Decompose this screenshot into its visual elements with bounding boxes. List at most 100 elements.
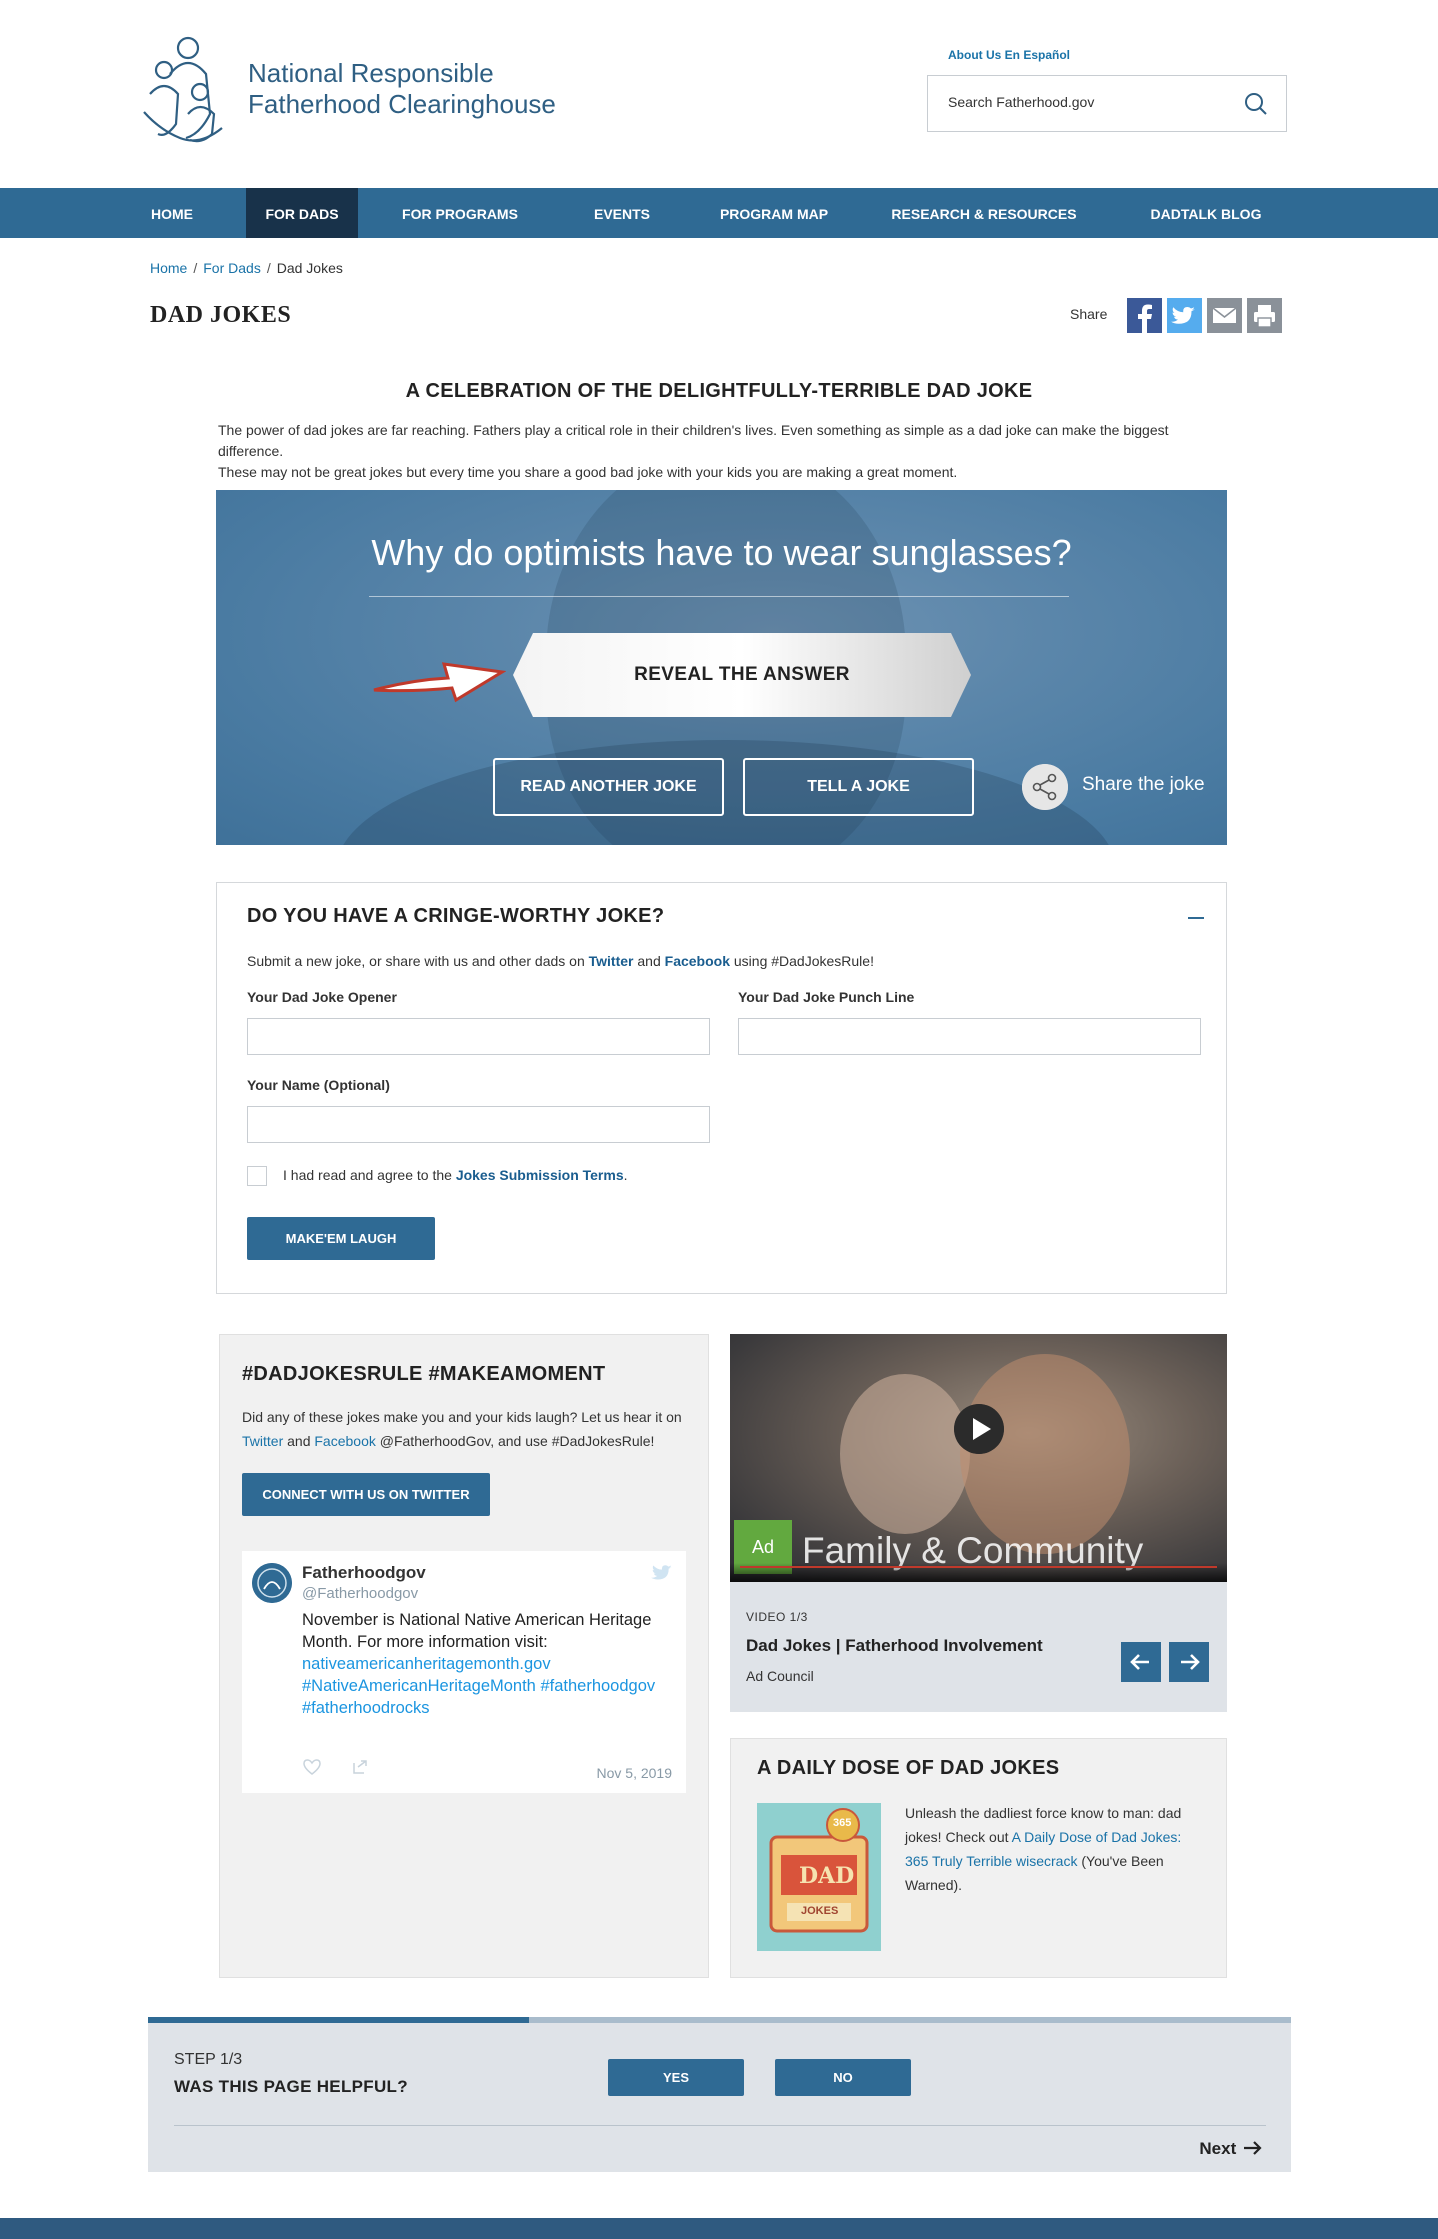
tweet-author-name[interactable]: Fatherhoodgov: [302, 1563, 426, 1583]
nav-home[interactable]: HOME: [130, 188, 214, 238]
book-title: DAD: [799, 1863, 855, 1889]
terms-checkbox[interactable]: [247, 1166, 267, 1186]
opener-label: Your Dad Joke Opener: [247, 989, 397, 1005]
social-desc-end: @FatherhoodGov, and use #DadJokesRule!: [375, 1433, 655, 1449]
reveal-answer-button[interactable]: REVEAL THE ANSWER: [513, 633, 971, 717]
next-button[interactable]: Next: [1199, 2139, 1263, 2159]
terms-text: I had read and agree to the Jokes Submis…: [283, 1167, 628, 1183]
breadcrumb-for-dads[interactable]: For Dads: [203, 260, 261, 276]
book-cover[interactable]: DAD JOKES 365: [757, 1803, 881, 1951]
joke-banner: Why do optimists have to wear sunglasses…: [216, 490, 1227, 845]
search-box: [927, 75, 1287, 132]
share-label: Share: [1070, 306, 1108, 322]
yes-button[interactable]: YES: [608, 2059, 744, 2096]
tweet-hashtags[interactable]: #NativeAmericanHeritageMonth #fatherhood…: [302, 1675, 674, 1697]
nav-for-dads[interactable]: FOR DADS: [246, 188, 358, 238]
facebook-link[interactable]: Facebook: [665, 953, 730, 969]
video-thumbnail-child: [840, 1374, 970, 1534]
connect-twitter-button[interactable]: CONNECT WITH US ON TWITTER: [242, 1473, 490, 1516]
tweet-hashtag[interactable]: #fatherhoodrocks: [302, 1697, 674, 1719]
video-title: Dad Jokes | Fatherhood Involvement: [746, 1636, 1043, 1655]
heart-icon[interactable]: [302, 1757, 322, 1777]
video-counter: VIDEO 1/3: [746, 1610, 808, 1624]
site-name-line2: Fatherhood Clearinghouse: [248, 89, 556, 119]
divider: [174, 2125, 1266, 2126]
facebook-icon[interactable]: [1127, 298, 1162, 333]
breadcrumb-separator: /: [266, 260, 271, 276]
tweet-text-main: November is National Native American Her…: [302, 1611, 652, 1651]
print-icon[interactable]: [1247, 298, 1282, 333]
share-joke-label[interactable]: Share the joke: [1082, 774, 1205, 796]
avatar[interactable]: [252, 1563, 292, 1603]
social-panel: #DADJOKESRULE #MAKEAMOMENT Did any of th…: [219, 1334, 709, 1978]
terms-text-after: .: [623, 1167, 628, 1183]
tell-a-joke-button[interactable]: TELL A JOKE: [743, 758, 974, 816]
name-input[interactable]: [247, 1106, 710, 1143]
make-em-laugh-button[interactable]: MAKE'EM LAUGH: [247, 1217, 435, 1260]
terms-link[interactable]: Jokes Submission Terms: [456, 1167, 624, 1183]
share-icon[interactable]: [350, 1757, 370, 1777]
social-desc-and: and: [283, 1433, 315, 1449]
tweet-link[interactable]: nativeamericanheritagemonth.gov: [302, 1653, 674, 1675]
social-description: Did any of these jokes make you and your…: [242, 1405, 692, 1453]
video-progress-bar[interactable]: [740, 1566, 1217, 1568]
video-source: Ad Council: [746, 1668, 814, 1684]
no-button[interactable]: NO: [775, 2059, 911, 2096]
search-icon[interactable]: [1244, 92, 1268, 116]
share-icon[interactable]: [1022, 764, 1068, 810]
intro-line-2: These may not be great jokes but every t…: [218, 464, 958, 480]
video-thumbnail-father: [960, 1354, 1130, 1554]
section-heading: A CELEBRATION OF THE DELIGHTFULLY-TERRIB…: [405, 380, 1033, 402]
dose-description: Unleash the dadliest force know to man: …: [905, 1801, 1205, 1897]
divider: [369, 596, 1069, 597]
arrow-right-icon: [1244, 2141, 1262, 2155]
nav-for-programs[interactable]: FOR PROGRAMS: [390, 188, 530, 238]
punch-line-label: Your Dad Joke Punch Line: [738, 989, 915, 1005]
tweet-date[interactable]: Nov 5, 2019: [597, 1765, 673, 1781]
name-label: Your Name (Optional): [247, 1077, 390, 1093]
video-controls[interactable]: [730, 1563, 1227, 1582]
feedback-step: STEP 1/3: [174, 2051, 243, 2068]
social-facebook-link[interactable]: Facebook: [314, 1433, 375, 1449]
footer-bar: [0, 2218, 1438, 2239]
collapse-icon[interactable]: [1188, 917, 1204, 919]
book-subtitle: JOKES: [801, 1905, 839, 1917]
punch-line-input[interactable]: [738, 1018, 1201, 1055]
read-another-joke-button[interactable]: READ ANOTHER JOKE: [493, 758, 724, 816]
dose-title: A DAILY DOSE OF DAD JOKES: [757, 1757, 1060, 1779]
main-nav: HOME FOR DADS FOR PROGRAMS EVENTS PROGRA…: [0, 188, 1438, 238]
twitter-link[interactable]: Twitter: [589, 953, 634, 969]
video-next-button[interactable]: [1169, 1642, 1209, 1682]
terms-text-before: I had read and agree to the: [283, 1167, 456, 1183]
video-prev-button[interactable]: [1121, 1642, 1161, 1682]
reveal-answer-label: REVEAL THE ANSWER: [634, 664, 850, 685]
nav-events[interactable]: EVENTS: [570, 188, 674, 238]
page-title: DAD JOKES: [150, 302, 292, 328]
play-icon[interactable]: [954, 1404, 1004, 1454]
nav-research-resources[interactable]: RESEARCH & RESOURCES: [884, 188, 1084, 238]
arrow-icon: [373, 662, 506, 703]
spanish-link[interactable]: About Us En Español: [948, 48, 1070, 62]
social-twitter-link[interactable]: Twitter: [242, 1433, 283, 1449]
intro-line-1: The power of dad jokes are far reaching.…: [218, 422, 1169, 459]
tweet-card[interactable]: Fatherhoodgov @Fatherhoodgov November is…: [242, 1551, 686, 1793]
site-name-line1: National Responsible: [248, 58, 494, 88]
twitter-bird-icon[interactable]: [650, 1565, 672, 1583]
email-icon[interactable]: [1207, 298, 1242, 333]
nav-dadtalk-blog[interactable]: DADTALK BLOG: [1140, 188, 1272, 238]
tweet-author-handle[interactable]: @Fatherhoodgov: [302, 1585, 418, 1602]
video-player[interactable]: Ad Family & Community: [730, 1334, 1227, 1582]
breadcrumb-separator: /: [193, 260, 198, 276]
submit-title: DO YOU HAVE A CRINGE-WORTHY JOKE?: [247, 905, 665, 927]
opener-input[interactable]: [247, 1018, 710, 1055]
twitter-icon[interactable]: [1167, 298, 1202, 333]
site-name[interactable]: National Responsible Fatherhood Clearing…: [248, 58, 556, 120]
social-desc-text: Did any of these jokes make you and your…: [242, 1409, 682, 1425]
breadcrumb-home[interactable]: Home: [150, 260, 187, 276]
nav-program-map[interactable]: PROGRAM MAP: [704, 188, 844, 238]
submit-description: Submit a new joke, or share with us and …: [247, 953, 874, 969]
breadcrumb: Home / For Dads / Dad Jokes: [150, 260, 343, 276]
fatherhood-logo[interactable]: [140, 34, 240, 146]
intro-text: The power of dad jokes are far reaching.…: [218, 420, 1228, 483]
search-input[interactable]: [948, 94, 1228, 110]
